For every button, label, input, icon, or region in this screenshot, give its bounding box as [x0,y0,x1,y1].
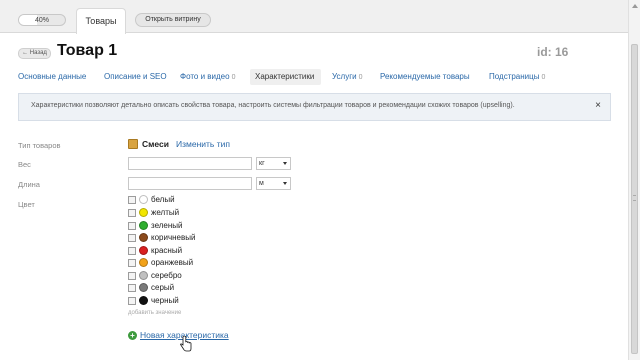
top-bar: 40% Товары Открыть витрину [0,0,628,34]
weight-label: Вес [18,160,31,169]
tab-main-data[interactable]: Основные данные [18,72,86,81]
color-option-label: серый [151,283,175,292]
info-notice: Характеристики позволяют детально описат… [18,93,611,121]
color-option-label: оранжевый [151,258,194,267]
color-swatch-icon [139,258,148,267]
tab-characteristics[interactable]: Характеристики [255,72,314,81]
color-option-label: серебро [151,271,182,280]
color-swatch-icon [139,283,148,292]
scroll-thumb[interactable] [631,44,638,354]
item-id: id: 16 [537,45,569,59]
checkbox[interactable] [128,209,136,217]
open-store-button[interactable]: Открыть витрину [135,13,211,27]
weight-unit-value: кг [259,160,265,167]
tab-photo-video[interactable]: Фото и видео 0 [180,72,235,81]
tab-services[interactable]: Услуги 0 [332,72,363,81]
plus-icon: + [128,331,137,340]
color-option-label: коричневый [151,233,196,242]
color-option-label: зеленый [151,221,183,230]
color-swatch-icon [139,208,148,217]
color-swatch-icon [139,221,148,230]
weight-input[interactable] [128,157,252,170]
change-type-link[interactable]: Изменить тип [176,139,230,149]
checkbox[interactable] [128,196,136,204]
checkbox[interactable] [128,272,136,280]
add-value-link[interactable]: добавить значение [128,310,181,316]
tab-label: Услуги [332,72,357,81]
back-button[interactable]: ← Назад [18,48,51,59]
color-swatch-icon [139,246,148,255]
chevron-down-icon [283,182,287,185]
scroll-grip-icon [633,195,636,201]
close-icon[interactable]: × [595,100,601,111]
product-type-label: Тип товаров [18,141,61,150]
color-swatch-icon [139,233,148,242]
color-option-label: красный [151,246,183,255]
box-icon [128,139,138,149]
checkbox[interactable] [128,247,136,255]
tab-subpages[interactable]: Подстраницы 0 [489,72,545,81]
length-input[interactable] [128,177,252,190]
weight-unit-select[interactable]: кг [256,157,291,170]
hand-cursor-icon [180,336,192,352]
tab-label: Характеристики [255,72,315,81]
product-type-value: Смеси [142,139,169,149]
tab-label: Рекомендуемые товары [380,72,470,81]
color-swatch-icon [139,271,148,280]
checkbox[interactable] [128,297,136,305]
tab-label: Фото и видео [180,72,230,81]
length-unit-select[interactable]: м [256,177,291,190]
scroll-up-arrow-icon[interactable] [632,4,638,8]
checkbox[interactable] [128,259,136,267]
tab-recommended-products[interactable]: Рекомендуемые товары [380,72,470,81]
tab-products[interactable]: Товары [76,8,126,34]
chevron-down-icon [283,162,287,165]
progress-indicator: 40% [18,14,66,26]
checkbox[interactable] [128,222,136,230]
length-label: Длина [18,180,40,189]
length-unit-value: м [259,180,264,187]
vertical-scrollbar[interactable] [628,0,640,360]
color-option-label: желтый [151,208,180,217]
progress-label: 40% [34,17,49,24]
checkbox[interactable] [128,284,136,292]
color-label: Цвет [18,200,35,209]
tab-description-seo[interactable]: Описание и SEO [104,72,167,81]
tab-label: Основные данные [18,72,87,81]
color-swatch-icon [139,195,148,204]
tab-count: 0 [358,74,363,81]
page-title: Товар 1 [57,42,118,59]
tab-label: Описание и SEO [104,72,167,81]
tab-count: 0 [231,74,236,81]
checkbox[interactable] [128,234,136,242]
tab-label: Подстраницы [489,72,540,81]
color-swatch-icon [139,296,148,305]
color-option-label: белый [151,195,175,204]
info-text: Характеристики позволяют детально описат… [31,102,515,109]
color-option-label: черный [151,296,179,305]
tab-count: 0 [541,74,546,81]
